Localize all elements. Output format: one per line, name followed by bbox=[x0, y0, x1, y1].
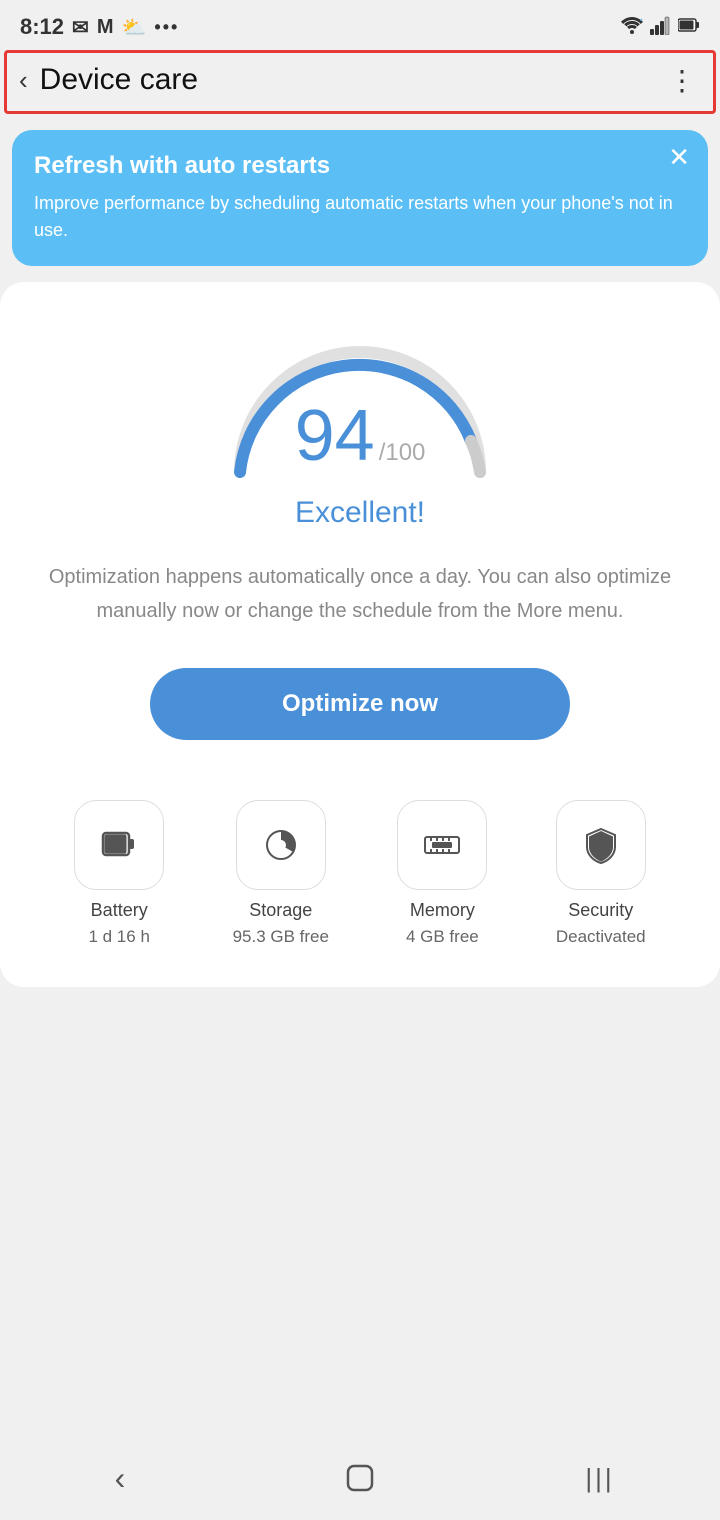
memory-item[interactable]: Memory 4 GB free bbox=[397, 800, 487, 947]
score-label: Excellent! bbox=[295, 496, 425, 530]
nav-home-button[interactable] bbox=[330, 1458, 390, 1498]
battery-item[interactable]: Battery 1 d 16 h bbox=[74, 800, 164, 947]
score-number: 94 bbox=[295, 400, 375, 472]
storage-icon bbox=[259, 823, 303, 867]
battery-status-icon bbox=[678, 15, 700, 40]
time-display: 8:12 bbox=[20, 14, 64, 40]
memory-label: Memory bbox=[410, 900, 475, 921]
banner-close-button[interactable]: ✕ bbox=[668, 144, 690, 170]
memory-value: 4 GB free bbox=[406, 927, 479, 947]
battery-icon bbox=[97, 823, 141, 867]
status-time: 8:12 ✉ M ⛅ ••• bbox=[20, 14, 179, 40]
nav-bar: ‹ ||| bbox=[0, 1440, 720, 1520]
storage-item[interactable]: Storage 95.3 GB free bbox=[233, 800, 329, 947]
signal-icon bbox=[650, 15, 672, 40]
battery-label: Battery bbox=[91, 900, 148, 921]
mail2-icon: M bbox=[97, 16, 114, 39]
header-left: ‹ Device care bbox=[19, 63, 198, 97]
banner-description: Improve performance by scheduling automa… bbox=[34, 190, 686, 244]
battery-value: 1 d 16 h bbox=[88, 927, 149, 947]
optimize-now-button[interactable]: Optimize now bbox=[150, 668, 570, 740]
status-bar: 8:12 ✉ M ⛅ ••• bbox=[0, 0, 720, 50]
security-label: Security bbox=[568, 900, 633, 921]
security-value: Deactivated bbox=[556, 927, 646, 947]
status-right-icons bbox=[620, 15, 700, 40]
storage-icon-circle bbox=[236, 800, 326, 890]
weather-icon: ⛅ bbox=[121, 15, 146, 40]
device-stats-row: Battery 1 d 16 h Storage 95.3 GB free bbox=[30, 790, 690, 947]
memory-icon-circle bbox=[397, 800, 487, 890]
auto-restart-banner: ✕ Refresh with auto restarts Improve per… bbox=[12, 130, 708, 266]
security-icon-circle bbox=[556, 800, 646, 890]
more-options-button[interactable]: ⋮ bbox=[668, 64, 697, 97]
nav-recent-button[interactable]: ||| bbox=[570, 1458, 630, 1498]
back-button[interactable]: ‹ bbox=[19, 67, 28, 93]
optimize-description: Optimization happens automatically once … bbox=[30, 560, 690, 628]
banner-title: Refresh with auto restarts bbox=[34, 152, 686, 180]
storage-label: Storage bbox=[249, 900, 312, 921]
score-total: /100 bbox=[379, 439, 426, 467]
more-dots-icon: ••• bbox=[154, 17, 179, 38]
mail-icon: ✉ bbox=[72, 15, 89, 40]
security-icon bbox=[579, 823, 623, 867]
score-display: 94 /100 bbox=[295, 400, 426, 472]
wifi-icon bbox=[620, 15, 644, 40]
security-item[interactable]: Security Deactivated bbox=[556, 800, 646, 947]
score-gauge: 94 /100 bbox=[210, 322, 510, 482]
score-card: 94 /100 Excellent! Optimization happens … bbox=[0, 282, 720, 987]
storage-value: 95.3 GB free bbox=[233, 927, 329, 947]
page-title: Device care bbox=[40, 63, 198, 97]
battery-icon-circle bbox=[74, 800, 164, 890]
memory-icon bbox=[420, 823, 464, 867]
page-header: ‹ Device care ⋮ bbox=[4, 50, 716, 114]
nav-back-button[interactable]: ‹ bbox=[90, 1458, 150, 1498]
